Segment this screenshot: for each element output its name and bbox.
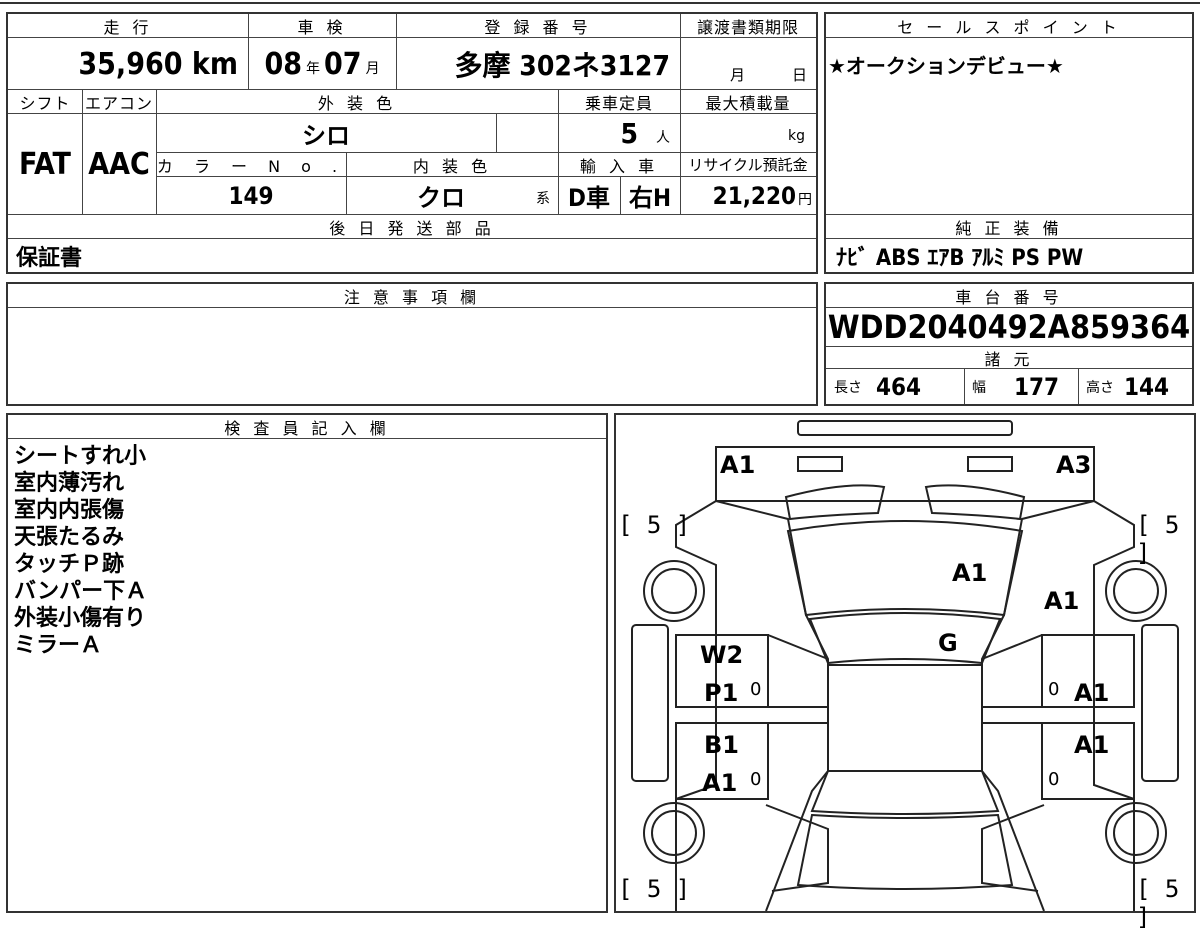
- front-left-bumper-grade: A1: [720, 451, 756, 479]
- mileage-number: 35,960: [78, 46, 183, 82]
- right-front-door-grade: A1: [1074, 679, 1110, 707]
- exterior-color-label: 外 装 色: [156, 90, 558, 114]
- inspector-box: 検 査 員 記 入 欄 シートすれ小 室内薄汚れ 室内内張傷 天張たるみ タッチ…: [6, 413, 608, 913]
- zero-marker: 0: [750, 769, 762, 790]
- deadline-day: 日: [792, 66, 808, 84]
- later-parts-label: 後 日 発 送 部 品: [8, 215, 816, 239]
- deadline-month: 月: [730, 66, 746, 84]
- interior-color-label: 内 装 色: [346, 153, 558, 177]
- capacity-number: 5: [620, 116, 638, 150]
- capacity-label: 乗車定員: [558, 90, 680, 114]
- steering-value: 右H: [628, 184, 672, 212]
- capacity-value: 5 人: [558, 114, 680, 152]
- width-label: 幅: [972, 380, 986, 396]
- tire-front-right: [ 5 ]: [1136, 511, 1180, 567]
- yen-unit: 円: [798, 191, 812, 208]
- load-unit: kg: [788, 128, 805, 144]
- zero-marker: 0: [1048, 679, 1060, 700]
- top-partial-strip: [0, 0, 1200, 4]
- width-field: 幅 177: [972, 370, 1059, 404]
- capacity-unit: 人: [656, 130, 670, 146]
- left-rear-door-grade-1: B1: [704, 731, 739, 759]
- tire-rear-left: [ 5 ]: [618, 875, 691, 903]
- color-no-value: 149: [228, 181, 274, 210]
- mileage-unit: km: [191, 46, 238, 82]
- car-diagram: A1 A3 [ 5 ] [ 5 ] A1 A1 G W2 P1 0 0 A1 B…: [614, 413, 1196, 931]
- hood-grade: A1: [952, 559, 988, 587]
- import-label: 輸 入 車: [558, 153, 680, 177]
- sales-point-label: セ ー ル ス ポ イ ン ト: [826, 14, 1192, 38]
- sales-point-box: セ ー ル ス ポ イ ン ト ★オークションデビュー★ 純 正 装 備 ﾅﾋﾞ…: [824, 12, 1194, 274]
- exterior-color-value: シロ: [302, 121, 350, 150]
- width-value: 177: [1014, 373, 1060, 401]
- registration-number: 多摩 302ネ3127: [454, 49, 670, 82]
- month-unit: 月: [365, 61, 380, 77]
- windshield-grade: G: [938, 629, 958, 657]
- mileage-label: 走 行: [8, 14, 248, 38]
- inspector-note: 外装小傷有り: [14, 606, 147, 631]
- recycle-amount: 21,220: [712, 181, 796, 210]
- sales-point-value: ★オークションデビュー★: [828, 54, 1064, 78]
- inspection-label: 車 検: [248, 14, 396, 38]
- length-label: 長さ: [834, 380, 862, 396]
- equipment-label: 純 正 装 備: [826, 215, 1192, 239]
- inspector-note: タッチＰ跡: [14, 552, 125, 577]
- right-rear-door-grade: A1: [1074, 731, 1110, 759]
- height-value: 144: [1124, 373, 1170, 401]
- recycle-label: リサイクル預託金: [680, 153, 816, 177]
- recycle-value: 21,220 円: [680, 177, 816, 214]
- caution-box: 注 意 事 項 欄: [6, 282, 818, 406]
- inspector-note: 室内内張傷: [14, 498, 125, 523]
- height-field: 高さ 144: [1086, 370, 1169, 404]
- import-type: D車: [568, 184, 610, 212]
- inspector-note: 天張たるみ: [14, 525, 125, 550]
- height-label: 高さ: [1086, 380, 1114, 396]
- max-load-label: 最大積載量: [680, 90, 816, 114]
- length-value: 464: [876, 373, 922, 401]
- later-parts-value: 保証書: [16, 246, 83, 271]
- left-rear-door-grade-2: A1: [702, 769, 738, 797]
- chassis-box: 車 台 番 号 WDD2040492A859364 諸 元 長さ 464 幅 1…: [824, 282, 1194, 406]
- chassis-label: 車 台 番 号: [826, 284, 1192, 308]
- inspector-note: ミラーＡ: [14, 633, 103, 658]
- tire-rear-right: [ 5 ]: [1136, 875, 1180, 931]
- zero-marker: 0: [1048, 769, 1060, 790]
- front-right-bumper-grade: A3: [1056, 451, 1092, 479]
- shift-value: FAT: [19, 146, 71, 182]
- color-no-label: カ ラ ー N o .: [156, 153, 346, 177]
- tire-front-left: [ 5 ]: [618, 511, 691, 539]
- registration-label: 登 録 番 号: [396, 14, 680, 38]
- inspector-note: シートすれ小: [14, 444, 147, 469]
- inspector-notes: シートすれ小 室内薄汚れ 室内内張傷 天張たるみ タッチＰ跡 バンパー下Ａ 外装…: [14, 443, 147, 659]
- vehicle-info-table: 走 行 車 検 登 録 番 号 譲渡書類期限 35,960 km 08 年 07…: [6, 12, 818, 274]
- length-field: 長さ 464: [834, 370, 921, 404]
- interior-suffix: 系: [536, 191, 550, 207]
- chassis-number: WDD2040492A859364: [827, 308, 1191, 346]
- specs-label: 諸 元: [826, 347, 1192, 369]
- inspection-year: 08: [264, 46, 302, 82]
- inspector-label: 検 査 員 記 入 欄: [8, 415, 606, 439]
- left-front-door-grade-2: P1: [704, 679, 739, 707]
- year-unit: 年: [306, 61, 320, 77]
- interior-color-value: クロ: [417, 184, 465, 212]
- zero-marker: 0: [750, 679, 762, 700]
- equipment-value: ﾅﾋﾞ ABS ｴｱB ｱﾙﾐ PS PW: [836, 246, 1084, 271]
- inspection-value: 08 年 07 月: [248, 40, 396, 88]
- deadline-label: 譲渡書類期限: [680, 14, 816, 38]
- caution-label: 注 意 事 項 欄: [8, 284, 816, 308]
- inspector-note: バンパー下Ａ: [14, 579, 148, 604]
- left-front-door-grade-1: W2: [700, 641, 744, 669]
- right-fender-grade: A1: [1044, 587, 1080, 615]
- inspection-month: 07: [324, 46, 362, 82]
- mileage-value: 35,960 km: [8, 40, 246, 88]
- aircon-value: AAC: [88, 146, 150, 182]
- shift-label: シフト: [8, 90, 82, 114]
- inspector-note: 室内薄汚れ: [14, 471, 125, 496]
- aircon-label: エアコン: [82, 90, 156, 114]
